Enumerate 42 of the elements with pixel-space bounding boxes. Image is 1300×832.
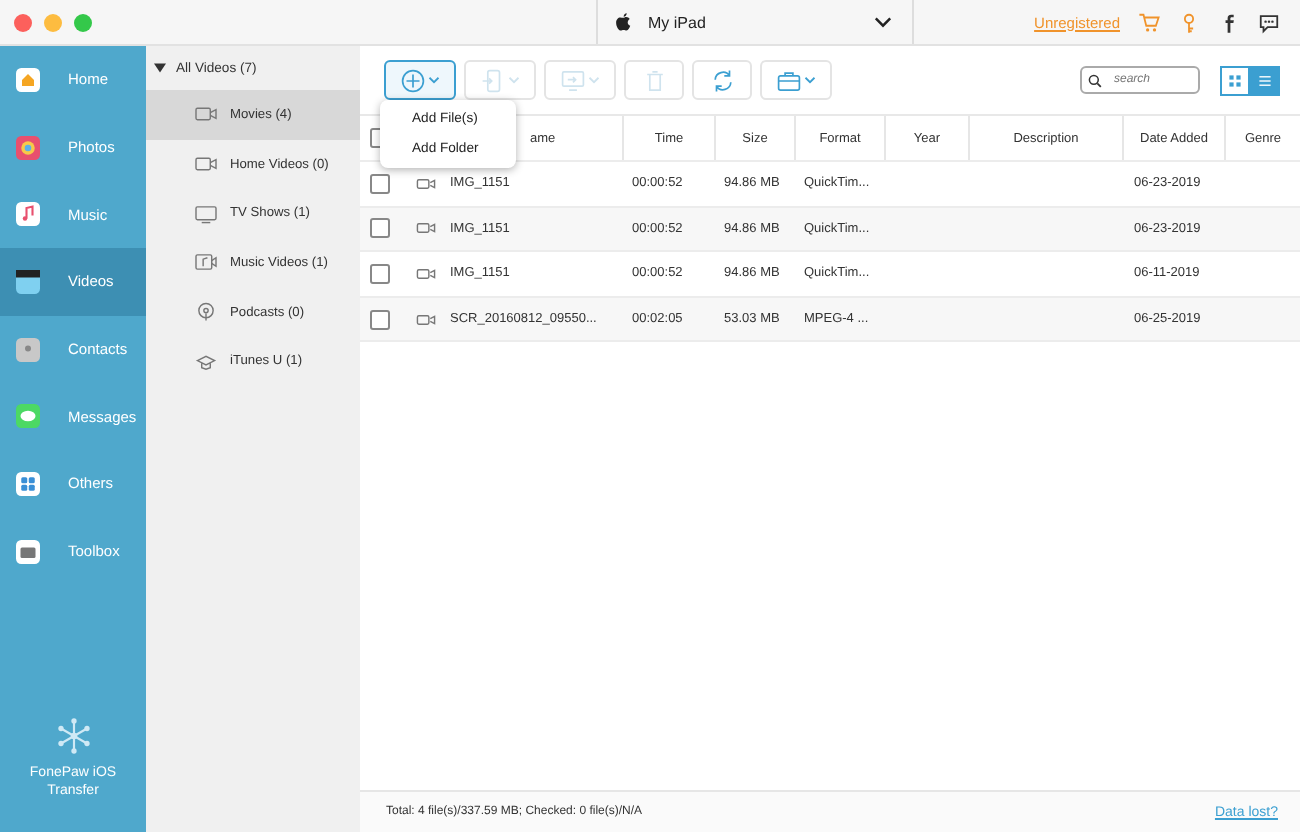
video-icon [415, 175, 435, 192]
podcast-icon [194, 302, 218, 323]
trash-icon [641, 67, 667, 93]
caret-icon [508, 76, 520, 84]
video-camera-icon [194, 154, 218, 175]
zoom-window-button[interactable] [74, 13, 92, 31]
video-icon [415, 265, 435, 282]
music-video-icon [194, 252, 218, 273]
device-name: My iPad [648, 13, 708, 31]
list-view-button[interactable] [1250, 65, 1280, 95]
graduation-icon [194, 351, 218, 372]
row-checkbox[interactable] [370, 173, 390, 194]
cart-icon[interactable] [1138, 11, 1160, 33]
music-icon [16, 202, 40, 227]
sync-icon [709, 67, 735, 93]
row-checkbox[interactable] [370, 218, 390, 239]
sync-button[interactable] [692, 60, 752, 100]
video-icon [415, 220, 435, 237]
close-window-button[interactable] [14, 13, 32, 31]
caret-icon [588, 76, 600, 84]
row-checkbox[interactable] [370, 309, 390, 330]
grid-view-button[interactable] [1220, 65, 1250, 95]
monitor-icon [194, 203, 218, 224]
add-button[interactable] [384, 60, 456, 100]
row-checkbox[interactable] [370, 263, 390, 284]
plus-circle-icon [400, 67, 426, 93]
video-camera-icon [194, 104, 218, 125]
video-icon [415, 311, 435, 328]
list-icon [1258, 73, 1272, 87]
minimize-window-button[interactable] [44, 13, 62, 31]
briefcase-icon [776, 67, 802, 93]
caret-icon [428, 76, 440, 84]
chat-icon[interactable] [1258, 11, 1280, 33]
disclosure-triangle-icon[interactable] [154, 62, 166, 74]
apple-icon [614, 12, 632, 32]
grid-icon [1228, 73, 1242, 87]
chevron-down-icon[interactable] [874, 16, 892, 28]
snowflake-logo-icon [53, 714, 93, 758]
home-icon [16, 67, 40, 92]
key-icon[interactable] [1178, 11, 1200, 33]
caret-icon [804, 76, 816, 84]
toolbox-button[interactable] [760, 60, 832, 100]
